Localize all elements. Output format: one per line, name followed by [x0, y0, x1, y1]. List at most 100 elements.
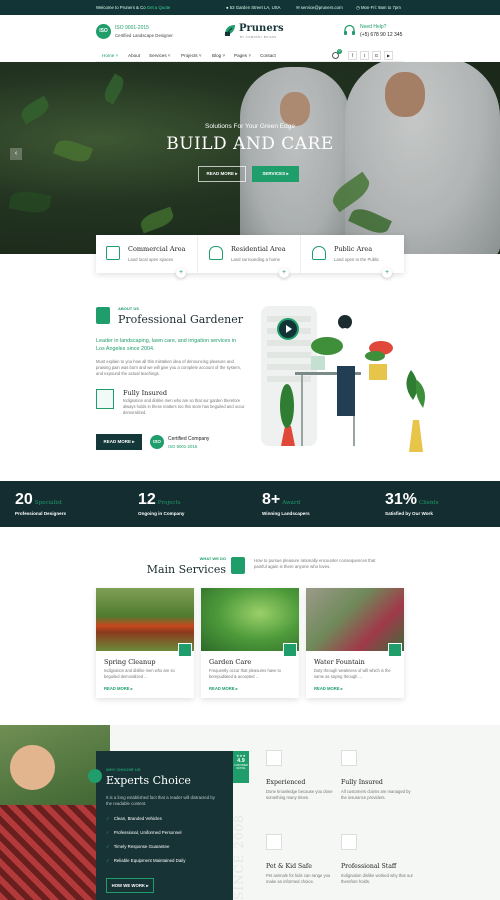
- shield-icon: [96, 389, 114, 409]
- feature-card-residential[interactable]: Residential Area Land surrounding a home…: [199, 235, 301, 278]
- checklist-item: Reliable Equipment Maintained Daily: [106, 858, 186, 864]
- feature-title: Residential Area: [231, 245, 286, 253]
- service-desc: Indignation and dislike men who are so b…: [104, 668, 175, 679]
- stat-awards: 8+ Award Winning Landscapers: [262, 491, 310, 516]
- logo-text[interactable]: Pruners: [239, 23, 284, 34]
- email-link[interactable]: ✉ service@pruners.com: [296, 5, 343, 11]
- service-title: Water Fountain: [314, 658, 365, 666]
- why-title: Pet & Kid Safe: [266, 863, 312, 870]
- chevron-down-icon: ˅: [222, 53, 226, 58]
- gardener-shirt: [0, 805, 100, 900]
- hero-read-more-button[interactable]: READ MORE ▸: [198, 166, 246, 182]
- service-card-water-fountain[interactable]: Water Fountain Duty through weakness of …: [306, 588, 404, 698]
- why-title: Fully Insured: [341, 779, 383, 786]
- why-title: Experienced: [266, 779, 306, 786]
- insured-text: Indignation and dislike men who are so t…: [123, 398, 245, 415]
- feature-desc: Land open to the Public: [334, 257, 380, 262]
- service-badge-icon: [283, 643, 297, 657]
- plus-icon[interactable]: +: [279, 268, 289, 278]
- about-body: Must explain to you how all this mistake…: [96, 359, 242, 376]
- chevron-down-icon: ˅: [198, 53, 202, 58]
- facebook-icon[interactable]: f: [348, 51, 357, 60]
- experience-icon: [266, 750, 282, 766]
- nav-item-contact[interactable]: Contact: [260, 53, 276, 58]
- cert-title: Certified Company: [168, 436, 210, 442]
- checklist-item: Timely Response Guarantee: [106, 844, 170, 850]
- service-badge-icon: [178, 643, 192, 657]
- why-desc: Done knowledge because you done somethin…: [266, 789, 333, 800]
- plus-icon[interactable]: +: [176, 268, 186, 278]
- get-quote-link[interactable]: Get a Quote: [147, 5, 170, 10]
- insured-title: Fully Insured: [123, 389, 167, 397]
- service-desc: Duty through weakness of will which is t…: [314, 668, 391, 679]
- top-bar: Welcome to Pruners & Co Get a Quote ● 53…: [0, 0, 500, 15]
- logo-subtitle: BY COMPANY BUILDS: [240, 35, 277, 39]
- google-icon[interactable]: G: [372, 51, 381, 60]
- site-header: ISO ISO 9001-2015 Certified Landscape De…: [0, 15, 500, 48]
- why-desc: Indignation dislike worked why that our …: [341, 873, 413, 884]
- iso-subtitle: Certified Landscape Designer: [115, 33, 173, 38]
- stat-specialists: 20 Specialist Professional Designers: [15, 491, 67, 516]
- feature-card-public[interactable]: Public Area Land open to the Public +: [302, 235, 404, 278]
- chevron-down-icon: ˅: [115, 53, 119, 58]
- feature-desc: Land surrounding a home: [231, 257, 280, 262]
- staff-icon: [341, 834, 357, 850]
- certified-badge-icon: ISO: [150, 435, 164, 449]
- iso-badge-icon: ISO: [96, 24, 111, 39]
- cart-count: 0: [337, 49, 342, 54]
- chevron-down-icon: ˅: [248, 53, 251, 58]
- nav-item-about[interactable]: About: [128, 53, 140, 58]
- nav-item-projects[interactable]: Projects ˅: [181, 53, 202, 58]
- rating-badge: ★★★ 4.9 CUSTOMER RATING: [233, 751, 249, 783]
- nav-item-pages[interactable]: Pages ˅: [234, 53, 251, 58]
- since-watermark: SINCE 2008: [232, 814, 246, 900]
- feature-desc: Land local open spaces: [128, 257, 174, 262]
- hero-services-button[interactable]: SERVICES ▸: [252, 166, 299, 182]
- service-card-garden-care[interactable]: Garden Care Frequently occur that pleasu…: [201, 588, 299, 698]
- service-card-spring-cleanup[interactable]: Spring Cleanup Indignation and dislike m…: [96, 588, 194, 698]
- about-read-more-button[interactable]: READ MORE ▸: [96, 434, 142, 450]
- gardener-face: [10, 745, 55, 790]
- service-image: [306, 588, 404, 651]
- service-title: Spring Cleanup: [104, 658, 156, 666]
- plus-icon[interactable]: +: [382, 268, 392, 278]
- nav-item-home[interactable]: Home ˅: [102, 53, 118, 58]
- nav-item-services[interactable]: Services ˅: [149, 53, 171, 58]
- experts-panel: WHY CHOOSE US Experts Choice It is a lon…: [88, 751, 233, 900]
- stat-clients: 31% Clients Satisfied by Our Work: [385, 491, 439, 516]
- service-image: [96, 588, 194, 651]
- how-we-work-button[interactable]: HOW WE WORK ▸: [106, 878, 154, 893]
- service-image: [201, 588, 299, 651]
- iso-title: ISO 9001-2015: [115, 25, 149, 31]
- checklist-item: Clean, Branded Vehicles: [106, 816, 162, 822]
- twitter-icon[interactable]: t: [360, 51, 369, 60]
- checklist-item: Professional, Uniformed Personnel: [106, 830, 182, 836]
- service-title: Garden Care: [209, 658, 252, 666]
- hero-title: BUILD AND CARE: [166, 134, 334, 154]
- about-eyebrow: ABOUT US: [118, 306, 139, 311]
- service-read-more-link[interactable]: READ MORE ▸: [104, 686, 133, 691]
- youtube-icon[interactable]: ▶: [384, 51, 393, 60]
- service-read-more-link[interactable]: READ MORE ▸: [209, 686, 238, 691]
- feature-card-commercial[interactable]: Commercial Area Land local open spaces +: [96, 235, 198, 278]
- stat-projects: 12 Projects Ongoing in Company: [138, 491, 185, 516]
- about-lead: Leader in landscaping, lawn care, and ir…: [96, 338, 236, 352]
- service-desc: Frequently occur that pleasures have to …: [209, 668, 281, 679]
- potted-plants-illustration: [361, 330, 431, 452]
- nav-item-blog[interactable]: Blog ˅: [212, 53, 225, 58]
- hero-overlay: [0, 62, 500, 254]
- gardener-illustration: [261, 306, 361, 446]
- welcome-text: Welcome to Pruners & Co Get a Quote: [96, 5, 171, 10]
- phone-number[interactable]: (+5) 678 90 12 345: [360, 32, 402, 38]
- why-title: Professional Staff: [341, 863, 397, 870]
- stats-band: 20 Specialist Professional Designers 12 Pr…: [0, 481, 500, 527]
- help-label: Need Help?: [360, 24, 387, 30]
- service-read-more-link[interactable]: READ MORE ▸: [314, 686, 343, 691]
- feature-cards: Commercial Area Land local open spaces +…: [96, 235, 404, 278]
- gardener-photo: [0, 725, 110, 900]
- services-eyebrow: WHAT WE DO: [199, 556, 226, 561]
- video-play-button[interactable]: [277, 318, 299, 340]
- why-desc: Pet animals for kids can range you make …: [266, 873, 331, 884]
- logo-leaf-icon[interactable]: [223, 23, 237, 37]
- feature-title: Commercial Area: [128, 245, 186, 253]
